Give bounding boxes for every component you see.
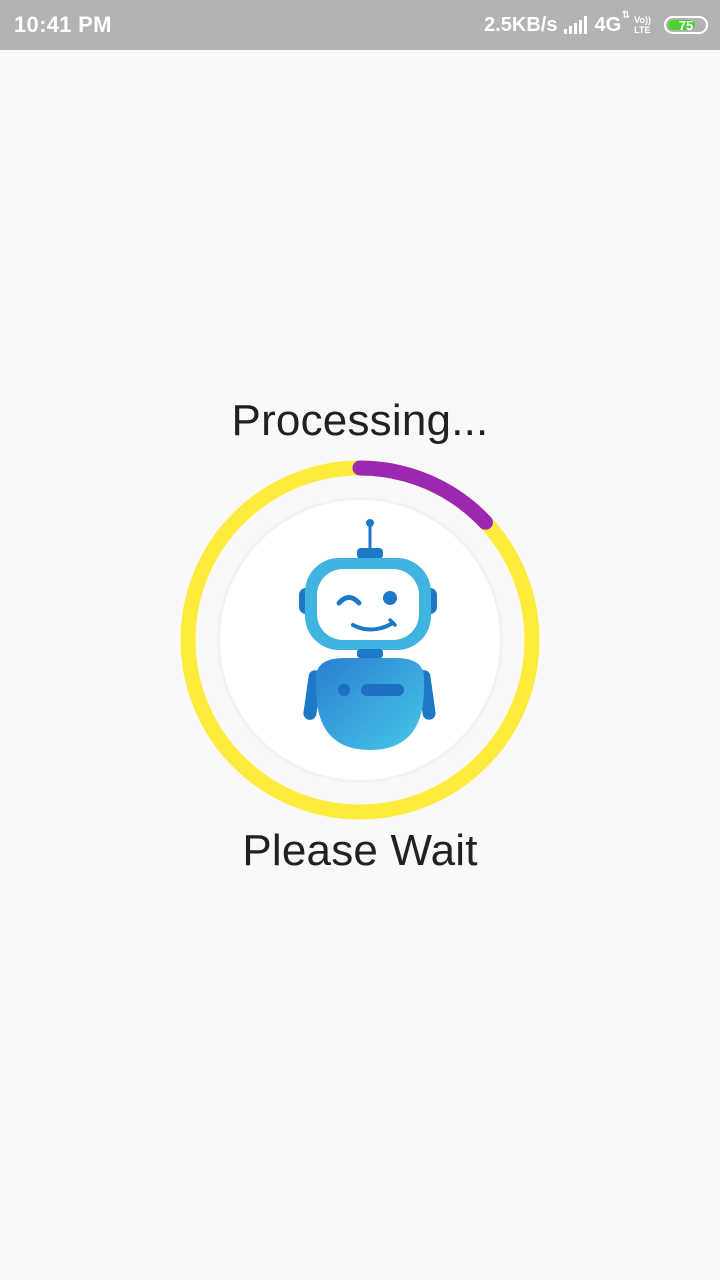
status-time: 10:41 PM xyxy=(14,12,112,37)
volte-icon: Vo)) LTE xyxy=(634,15,651,35)
status-bar: 10:41 PM 2.5KB/s 4G ⇅ Vo)) LTE 75 xyxy=(0,0,720,50)
robot-mascot-icon xyxy=(299,519,437,750)
network-speed: 2.5KB/s xyxy=(484,13,558,36)
processing-title: Processing... xyxy=(231,396,489,445)
battery-level: 75 xyxy=(678,17,694,33)
status-icons: 2.5KB/s 4G ⇅ Vo)) LTE 75 xyxy=(484,9,708,37)
please-wait-label: Please Wait xyxy=(242,826,478,875)
signal-strength-icon xyxy=(564,16,588,34)
battery-icon: 75 xyxy=(664,16,708,34)
network-type: 4G ⇅ xyxy=(594,9,631,36)
robot-avatar xyxy=(220,500,500,780)
